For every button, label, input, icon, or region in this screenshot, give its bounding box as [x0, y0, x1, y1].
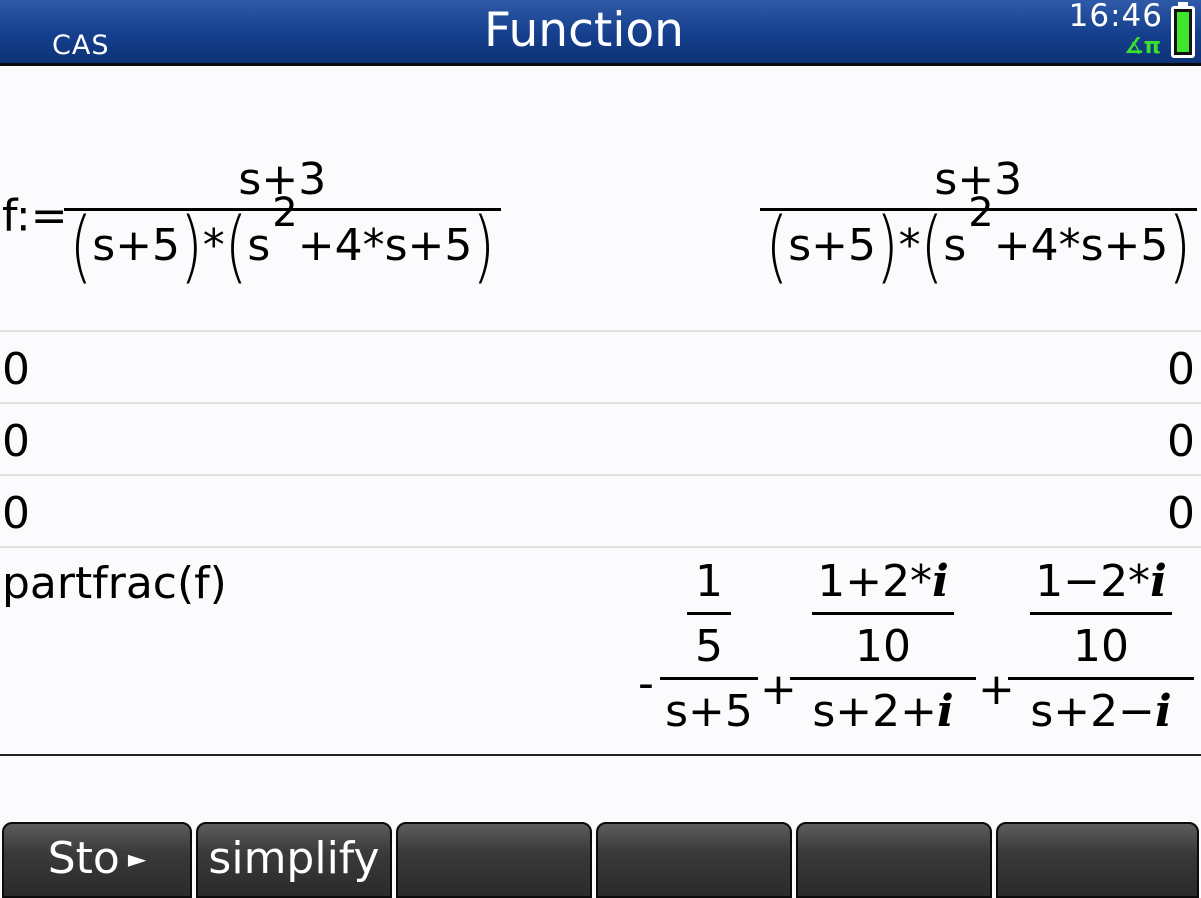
partfrac-term-2: 1+2*i 10 s+2+i — [790, 560, 976, 734]
partfrac-term-1: 1 5 s+5 — [660, 560, 758, 734]
history-row[interactable]: 0 0 — [0, 404, 1201, 476]
app-title: Function — [484, 3, 684, 58]
minus-sign: - — [638, 658, 654, 709]
history-row[interactable]: 0 0 — [0, 332, 1201, 404]
history-input: 0 — [2, 344, 30, 395]
sto-label: Sto — [47, 833, 120, 884]
history-row[interactable]: f:= s+3 (s+5)*(s2+4*s+5) s+3 (s+5)*(s2+4… — [0, 66, 1201, 332]
fraction: s+3 (s+5)*(s2+4*s+5) — [63, 158, 502, 292]
fraction: s+3 (s+5)*(s2+4*s+5) — [759, 158, 1197, 292]
sto-button[interactable]: Sto ► — [2, 822, 192, 898]
softkey-3[interactable] — [396, 822, 592, 898]
clock: 16:46 — [1068, 0, 1163, 34]
title-bar: CAS Function 16:46 ∡π — [0, 0, 1201, 66]
history-input: partfrac(f) — [2, 558, 227, 609]
history-output: 0 — [1167, 344, 1195, 395]
softkey-6[interactable] — [996, 822, 1199, 898]
simplify-button[interactable]: simplify — [196, 822, 392, 898]
denominator: (s+5)*(s2+4*s+5) — [69, 190, 496, 292]
entry-line-input[interactable] — [0, 756, 1201, 818]
right-triangle-icon: ► — [127, 845, 147, 873]
softkey-5[interactable] — [796, 822, 992, 898]
history-output: 0 — [1167, 488, 1195, 539]
battery-icon — [1171, 2, 1195, 58]
history-output: 0 — [1167, 416, 1195, 467]
assign-prefix: f:= — [2, 190, 68, 242]
history-input: f:= s+3 (s+5)*(s2+4*s+5) — [2, 158, 502, 292]
history-output: s+3 (s+5)*(s2+4*s+5) — [759, 158, 1197, 292]
angle-mode-icon: ∡π — [1123, 34, 1161, 59]
partfrac-term-3: 1−2*i 10 s+2−i — [1008, 560, 1194, 734]
history-input: 0 — [2, 488, 30, 539]
softkey-4[interactable] — [596, 822, 792, 898]
denominator: (s+5)*(s2+4*s+5) — [765, 190, 1191, 292]
softkey-bar: Sto ► simplify — [0, 818, 1201, 898]
history-input: 0 — [2, 416, 30, 467]
history-row[interactable]: partfrac(f) - 1 5 s+5 + 1+2*i 10 s+2+i +… — [0, 548, 1201, 754]
history-row[interactable]: 0 0 — [0, 476, 1201, 548]
